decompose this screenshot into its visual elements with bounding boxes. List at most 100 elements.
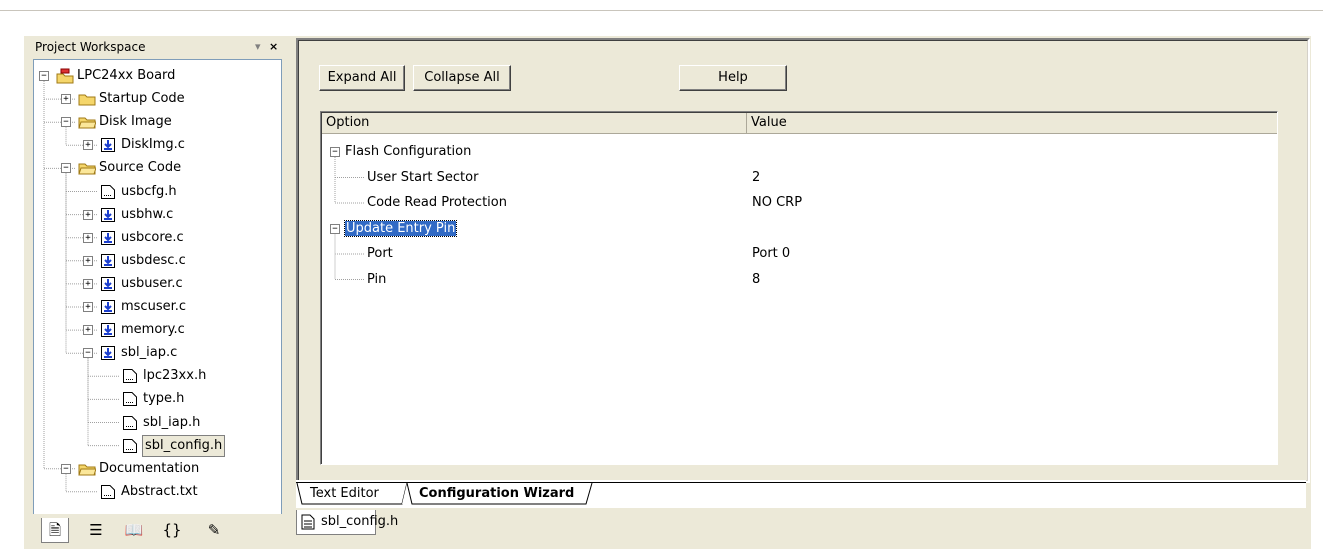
registers-tab-icon[interactable]: ☰ <box>83 518 109 542</box>
option-value[interactable]: NO CRP <box>752 193 802 213</box>
tree-item[interactable]: + usbuser.c <box>34 274 281 294</box>
folder-open-icon <box>78 160 96 176</box>
project-icon <box>56 68 74 84</box>
option-label[interactable]: Code Read Protection <box>367 195 507 210</box>
tab-text-editor[interactable]: Text Editor <box>310 486 379 501</box>
frame-inner: Expand All Collapse All Help Option Valu… <box>298 40 1308 481</box>
expand-all-button[interactable]: Expand All <box>319 65 405 91</box>
tree-item-label: usbcore.c <box>121 229 184 245</box>
tree-item-label: usbuser.c <box>121 275 183 291</box>
tree-item[interactable]: − Documentation <box>34 459 281 479</box>
project-tree[interactable]: − LPC24xx Board + Startup Code − Disk Image + D… <box>33 59 282 547</box>
config-wizard-frame: Expand All Collapse All Help Option Valu… <box>296 38 1310 483</box>
tree-item-label: sbl_iap.c <box>121 345 178 361</box>
h-file-icon <box>122 368 138 384</box>
expand-icon[interactable]: + <box>83 278 93 289</box>
option-row[interactable]: Code Read Protection <box>367 193 507 213</box>
tree-item[interactable]: + DiskImg.c <box>34 135 281 155</box>
option-row[interactable]: Pin <box>367 270 386 290</box>
options-grid[interactable]: Option Value − Flash Configuration User St… <box>320 111 1278 465</box>
workspace-titlebar: Project Workspace ▾ × <box>33 38 282 58</box>
expand-icon[interactable]: + <box>83 255 93 266</box>
c-file-icon <box>100 345 116 361</box>
tab-configuration-wizard[interactable]: Configuration Wizard <box>419 486 574 501</box>
option-row[interactable]: Port <box>367 244 393 264</box>
c-file-icon <box>100 230 116 246</box>
tree-item[interactable]: + memory.c <box>34 320 281 340</box>
tree-item-label: sbl_config.h <box>141 434 226 457</box>
collapse-icon[interactable]: − <box>330 223 340 234</box>
collapse-icon[interactable]: − <box>61 463 71 474</box>
pin-icon[interactable]: ▾ <box>255 40 261 53</box>
collapse-icon[interactable]: − <box>83 348 93 359</box>
c-file-icon <box>100 322 116 338</box>
tree-item[interactable]: usbcfg.h <box>34 182 281 202</box>
tree-item-label: Documentation <box>99 460 200 476</box>
editor-area: Expand All Collapse All Help Option Valu… <box>296 38 1310 549</box>
tree-item-label: Abstract.txt <box>121 483 198 499</box>
collapse-icon[interactable]: − <box>61 163 71 174</box>
tree-item[interactable]: sbl_config.h <box>34 434 281 457</box>
c-file-icon <box>100 299 116 315</box>
option-row[interactable]: Flash Configuration <box>345 142 471 162</box>
expand-icon[interactable]: + <box>83 232 93 243</box>
document-tab[interactable]: sbl_config.h <box>296 510 398 535</box>
tree-item[interactable]: + mscuser.c <box>34 297 281 317</box>
tree-item[interactable]: Abstract.txt <box>34 482 281 502</box>
books-tab-icon[interactable]: 📖 <box>121 518 147 542</box>
option-value[interactable]: 8 <box>752 270 760 290</box>
collapse-icon[interactable]: − <box>330 147 340 157</box>
workspace-title: Project Workspace <box>35 40 146 54</box>
files-tab-icon[interactable]: 🗎 <box>41 518 69 543</box>
tree-item-label: Disk Image <box>99 114 172 130</box>
tree-item[interactable]: + Startup Code <box>34 89 281 109</box>
tree-item[interactable]: type.h <box>34 389 281 409</box>
tree-item-label: Startup Code <box>99 91 185 107</box>
option-row[interactable]: Update Entry Pin <box>343 219 458 239</box>
option-value[interactable]: 2 <box>752 168 760 188</box>
tree-item[interactable]: − Source Code <box>34 158 281 178</box>
option-label[interactable]: User Start Sector <box>367 170 478 185</box>
tree-item[interactable]: − Disk Image <box>34 112 281 132</box>
c-file-icon <box>100 276 116 292</box>
h-file-icon <box>100 184 116 200</box>
h-file-icon <box>100 484 116 500</box>
close-icon[interactable]: × <box>269 40 278 53</box>
h-file-icon <box>122 438 138 454</box>
expand-icon[interactable]: + <box>83 302 93 312</box>
option-row[interactable]: User Start Sector <box>367 168 478 188</box>
tree-item-label: usbcfg.h <box>121 183 177 199</box>
tree-item[interactable]: + usbcore.c <box>34 228 281 248</box>
editor-tab-strip: Text Editor Configuration Wizard <box>296 480 1306 508</box>
workspace-tab-bar: 🗎 ☰ 📖 {} ✎ <box>33 514 282 549</box>
tree-item-label: Source Code <box>99 160 182 176</box>
option-label[interactable]: Update Entry Pin <box>343 219 458 237</box>
tree-item[interactable]: − sbl_iap.c <box>34 343 281 363</box>
option-label[interactable]: Flash Configuration <box>345 144 471 159</box>
option-label[interactable]: Port <box>367 246 393 261</box>
tree-item-label: usbhw.c <box>121 206 174 222</box>
expand-icon[interactable]: + <box>83 325 93 336</box>
option-label[interactable]: Pin <box>367 272 386 287</box>
tree-item[interactable]: lpc23xx.h <box>34 366 281 386</box>
tree-item[interactable]: − LPC24xx Board <box>34 66 281 86</box>
tree-item[interactable]: + usbhw.c <box>34 205 281 225</box>
collapse-icon[interactable]: − <box>61 117 71 128</box>
tree-item-label: mscuser.c <box>121 299 187 314</box>
tree-item[interactable]: + usbdesc.c <box>34 251 281 271</box>
help-button[interactable]: Help <box>679 65 787 91</box>
option-value[interactable]: Port 0 <box>752 244 790 264</box>
h-file-icon <box>122 391 138 407</box>
top-border <box>0 10 1323 11</box>
folder-open-icon <box>78 461 96 477</box>
collapse-all-button[interactable]: Collapse All <box>413 65 511 91</box>
templates-tab-icon[interactable]: ✎ <box>201 518 227 542</box>
tree-item[interactable]: sbl_iap.h <box>34 413 281 433</box>
expand-icon[interactable]: + <box>83 209 93 220</box>
h-file-icon <box>122 415 138 431</box>
project-workspace-panel: Project Workspace ▾ × − LPC24xx Board + Sta… <box>33 38 282 549</box>
expand-icon[interactable]: + <box>61 94 71 105</box>
collapse-icon[interactable]: − <box>39 71 49 81</box>
expand-icon[interactable]: + <box>83 140 93 151</box>
functions-tab-icon[interactable]: {} <box>159 518 185 542</box>
